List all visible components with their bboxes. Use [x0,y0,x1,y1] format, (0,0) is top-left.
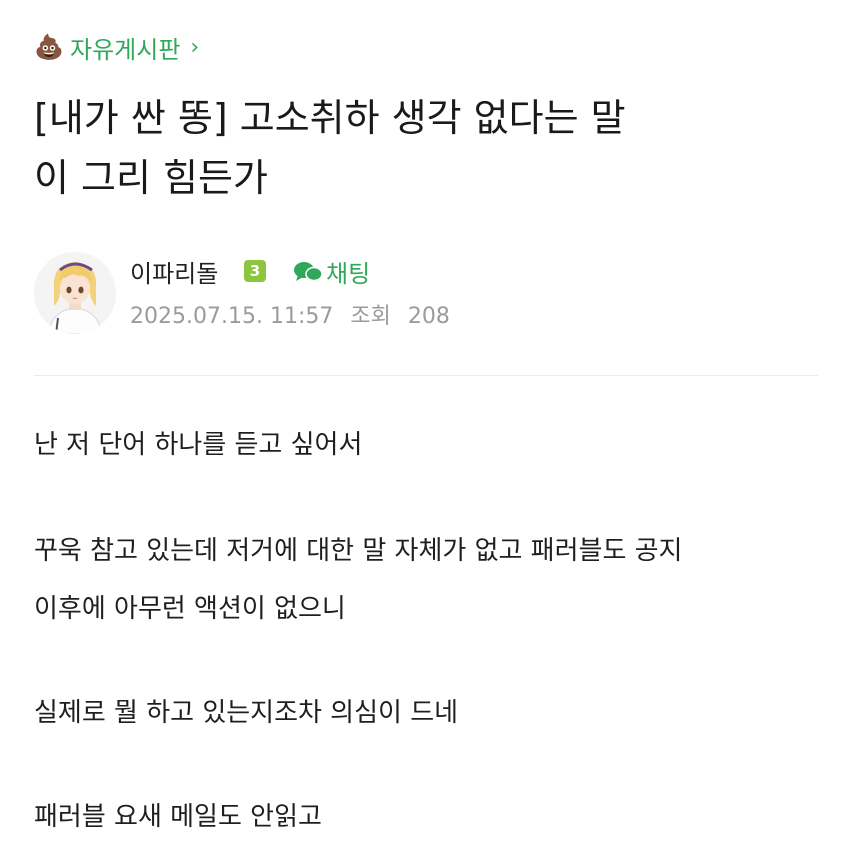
post-body-line: 꾸욱 참고 있는데 저거에 대한 말 자체가 없고 패러블도 공지 [34,536,683,566]
poop-emoji-icon: 💩 [34,33,64,61]
post-title-line: 이 그리 힘든가 [34,156,268,200]
post-page: 💩 자유게시판 › [내가 싼 똥] 고소취하 생각 없다는 말 이 그리 힘든… [0,0,850,844]
post-date: 2025.07.15. 11:57 [130,304,334,329]
post-title: [내가 싼 똥] 고소취하 생각 없다는 말 이 그리 힘든가 [34,88,794,208]
views-count: 208 [407,304,450,329]
post-body-line: 난 저 단어 하나를 듣고 싶어서 [34,430,363,460]
board-link[interactable]: 💩 자유게시판 › [34,30,199,64]
views-label: 조회 [350,304,391,329]
chevron-right-icon: › [190,34,200,60]
post-body-line: 패러블 요새 메일도 안읽고 [34,802,322,832]
avatar-image-icon [34,252,116,334]
chat-button[interactable]: 채팅 [292,254,370,289]
chat-label: 채팅 [326,260,371,288]
post-body-line: 실제로 뭘 하고 있는지조차 의심이 드네 [34,698,459,728]
post-meta: 2025.07.15. 11:57 조회 208 [130,298,460,330]
level-badge: 3 [244,260,266,282]
author-info: 이파리돌 3 채팅 2025.07.15. 11:57 조회 208 [34,252,814,336]
chat-bubbles-icon [294,261,323,281]
avatar[interactable] [34,252,116,334]
divider [34,375,818,376]
post-title-line: [내가 싼 똥] 고소취하 생각 없다는 말 [34,96,626,140]
post-body-line: 이후에 아무런 액션이 없으니 [34,594,346,624]
board-name: 자유게시판 [70,35,181,64]
author-name[interactable]: 이파리돌 [130,254,218,289]
